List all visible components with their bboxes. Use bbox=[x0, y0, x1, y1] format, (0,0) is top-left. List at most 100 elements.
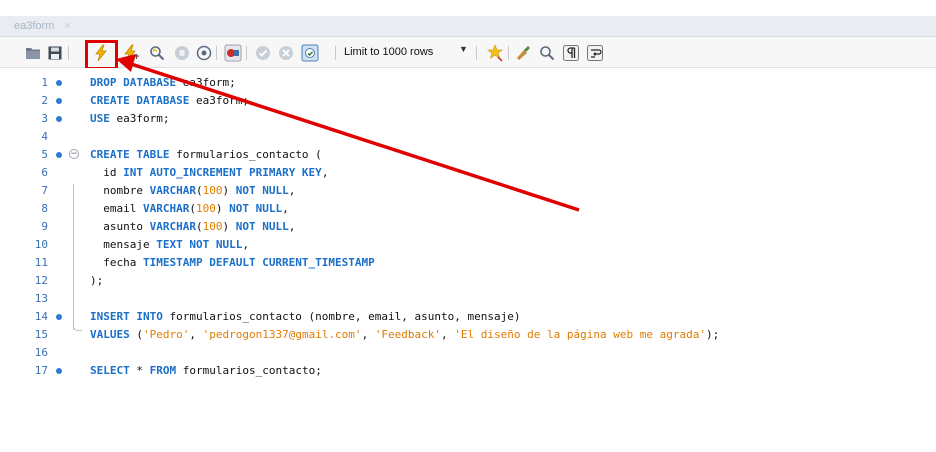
save-icon[interactable] bbox=[46, 44, 64, 62]
code-token: ) bbox=[222, 184, 236, 197]
find-icon[interactable] bbox=[538, 44, 556, 62]
code-token: ); bbox=[90, 274, 104, 287]
editor-line[interactable]: 10 mensaje TEXT NOT NULL, bbox=[0, 236, 936, 254]
editor-line[interactable]: 8 email VARCHAR(100) NOT NULL, bbox=[0, 200, 936, 218]
code-token: , bbox=[189, 328, 203, 341]
code-token: * bbox=[129, 364, 150, 377]
code-text: INSERT INTO formularios_contacto (nombre… bbox=[90, 308, 520, 326]
code-token: 100 bbox=[202, 184, 223, 197]
editor-line[interactable]: 11 fecha TIMESTAMP DEFAULT CURRENT_TIMES… bbox=[0, 254, 936, 272]
editor-line[interactable]: 16 bbox=[0, 344, 936, 362]
code-token: CREATE DATABASE bbox=[90, 94, 190, 107]
toolbar-separator bbox=[246, 46, 247, 60]
statement-marker-icon bbox=[56, 116, 62, 122]
explain-icon[interactable] bbox=[148, 44, 166, 62]
code-token: formularios_contacto; bbox=[176, 364, 322, 377]
editor-line[interactable]: 1 DROP DATABASE ea3form; bbox=[0, 74, 936, 92]
editor-line[interactable]: 17 SELECT * FROM formularios_contacto; bbox=[0, 362, 936, 380]
code-token: USE bbox=[90, 112, 110, 125]
editor-line[interactable]: 6 id INT AUTO_INCREMENT PRIMARY KEY, bbox=[0, 164, 936, 182]
fold-toggle-icon[interactable]: − bbox=[69, 149, 79, 159]
sql-editor[interactable]: 1 DROP DATABASE ea3form; 2 CREATE DATABASE … bbox=[0, 68, 936, 452]
code-token: , bbox=[361, 328, 375, 341]
stop-icon[interactable] bbox=[173, 44, 191, 62]
editor-line[interactable]: 13 bbox=[0, 290, 936, 308]
autocommit-icon[interactable] bbox=[301, 44, 319, 62]
code-token: mensaje bbox=[90, 238, 157, 251]
code-token: DROP DATABASE bbox=[90, 76, 177, 89]
stop-on-error-icon[interactable] bbox=[224, 44, 242, 62]
line-number: 11 bbox=[34, 256, 48, 269]
limit-rows-label: Limit to 1000 rows bbox=[344, 46, 434, 58]
code-token: , bbox=[288, 220, 296, 233]
editor-line[interactable]: 2 CREATE DATABASE ea3form; bbox=[0, 92, 936, 110]
tab-close-icon[interactable]: × bbox=[64, 20, 70, 32]
limit-rows-select[interactable]: Limit to 1000 rows bbox=[344, 42, 433, 62]
line-number: 5 bbox=[41, 148, 48, 161]
word-wrap-icon[interactable] bbox=[586, 44, 604, 62]
folder-open-icon[interactable] bbox=[24, 44, 42, 62]
line-number: 15 bbox=[34, 328, 48, 341]
line-number: 2 bbox=[41, 94, 48, 107]
code-token: 'El diseño de la página web me agrada' bbox=[454, 328, 706, 341]
query-tab[interactable]: ea3form × bbox=[6, 16, 79, 36]
code-token: 'pedrogon1337@gmail.com' bbox=[202, 328, 362, 341]
code-text: VALUES ('Pedro', 'pedrogon1337@gmail.com… bbox=[90, 326, 719, 344]
line-number: 13 bbox=[34, 292, 48, 305]
statement-marker-icon bbox=[56, 152, 62, 158]
code-token: ); bbox=[705, 328, 720, 341]
code-token: email bbox=[90, 202, 143, 215]
line-number: 17 bbox=[34, 364, 48, 377]
editor-line[interactable]: 14 INSERT INTO formularios_contacto (nomb… bbox=[0, 308, 936, 326]
execute-highlight-box bbox=[85, 40, 118, 70]
code-text: email VARCHAR(100) NOT NULL, bbox=[90, 200, 288, 218]
code-token: ( bbox=[195, 220, 203, 233]
line-number: 4 bbox=[41, 130, 48, 143]
execute-current-icon[interactable] bbox=[122, 44, 140, 62]
code-token: VARCHAR bbox=[149, 184, 196, 197]
toolbar-separator bbox=[68, 46, 69, 60]
code-token: CREATE TABLE bbox=[90, 148, 170, 161]
line-number: 12 bbox=[34, 274, 48, 287]
code-text: SELECT * FROM formularios_contacto; bbox=[90, 362, 322, 380]
code-text: ); bbox=[90, 272, 103, 290]
code-token: fecha bbox=[90, 256, 143, 269]
rollback-icon[interactable] bbox=[277, 44, 295, 62]
invisible-chars-icon[interactable] bbox=[562, 44, 580, 62]
editor-line[interactable]: 15 VALUES ('Pedro', 'pedrogon1337@gmail.c… bbox=[0, 326, 936, 344]
editor-line[interactable]: 9 asunto VARCHAR(100) NOT NULL, bbox=[0, 218, 936, 236]
code-token: INT AUTO_INCREMENT PRIMARY KEY bbox=[123, 166, 322, 179]
brush-icon[interactable] bbox=[514, 44, 532, 62]
dropdown-arrow-icon[interactable]: ▼ bbox=[459, 44, 468, 54]
editor-line[interactable]: 7 nombre VARCHAR(100) NOT NULL, bbox=[0, 182, 936, 200]
code-token: NOT NULL bbox=[235, 184, 289, 197]
code-token: 100 bbox=[202, 220, 223, 233]
code-text: USE ea3form; bbox=[90, 110, 169, 128]
toolbar-separator bbox=[476, 46, 477, 60]
code-token: SELECT bbox=[90, 364, 130, 377]
code-token: 100 bbox=[195, 202, 216, 215]
code-token: VARCHAR bbox=[149, 220, 196, 233]
code-token: TIMESTAMP DEFAULT CURRENT_TIMESTAMP bbox=[142, 256, 375, 269]
beautify-icon[interactable] bbox=[486, 44, 504, 62]
commit-icon[interactable] bbox=[254, 44, 272, 62]
query-tab-bar: ea3form × bbox=[0, 16, 936, 37]
editor-line[interactable]: 5 − CREATE TABLE formularios_contacto ( bbox=[0, 146, 936, 164]
code-token: ea3form; bbox=[189, 94, 249, 107]
toolbar-separator bbox=[335, 46, 336, 60]
toolbar-separator bbox=[508, 46, 509, 60]
line-number: 1 bbox=[41, 76, 48, 89]
code-text: CREATE DATABASE ea3form; bbox=[90, 92, 249, 110]
code-token: ea3form; bbox=[109, 112, 170, 125]
window-top-strip bbox=[0, 0, 936, 16]
line-number: 16 bbox=[34, 346, 48, 359]
code-text: id INT AUTO_INCREMENT PRIMARY KEY, bbox=[90, 164, 328, 182]
query-tab-title: ea3form bbox=[14, 20, 55, 32]
toggle-continue-icon[interactable] bbox=[195, 44, 213, 62]
editor-line[interactable]: 3 USE ea3form; bbox=[0, 110, 936, 128]
line-number: 10 bbox=[34, 238, 48, 251]
code-token: INSERT INTO bbox=[90, 310, 163, 323]
editor-line[interactable]: 4 bbox=[0, 128, 936, 146]
editor-line[interactable]: 12); bbox=[0, 272, 936, 290]
code-token: FROM bbox=[149, 364, 177, 377]
